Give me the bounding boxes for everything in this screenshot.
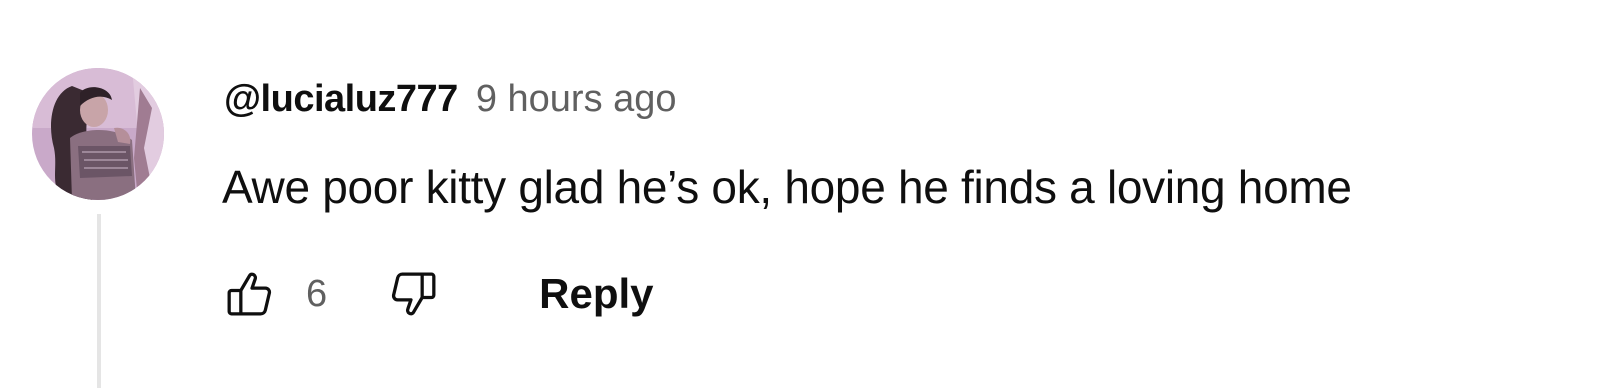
like-button[interactable] xyxy=(220,265,278,323)
author-name[interactable]: @lucialuz777 xyxy=(224,78,458,121)
comment-timestamp[interactable]: 9 hours ago xyxy=(476,78,677,121)
avatar-image xyxy=(32,68,164,200)
thread-line xyxy=(97,214,101,388)
reply-button[interactable]: Reply xyxy=(539,270,653,318)
thumbs-up-icon xyxy=(227,272,272,316)
avatar[interactable] xyxy=(32,68,164,200)
comment-item: @lucialuz777 9 hours ago Awe poor kitty … xyxy=(0,0,1600,388)
comment-header: @lucialuz777 9 hours ago xyxy=(224,78,677,124)
dislike-button[interactable] xyxy=(385,265,443,323)
comment-actions: 6 Reply xyxy=(220,262,654,326)
like-count: 6 xyxy=(306,272,328,315)
thumbs-down-icon xyxy=(392,272,436,316)
comment-text: Awe poor kitty glad he’s ok, hope he fin… xyxy=(222,161,1352,213)
